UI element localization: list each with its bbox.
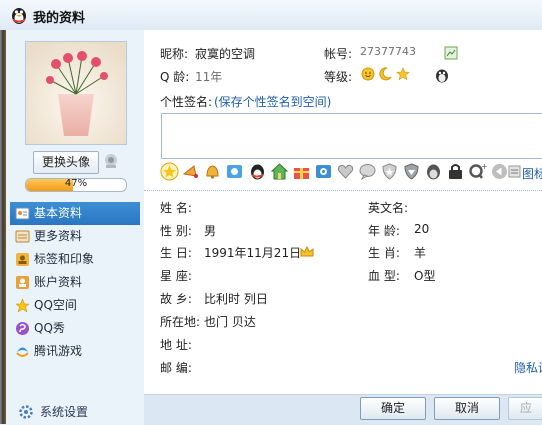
sidebar-item-basic-info[interactable]: 基本资料: [10, 202, 140, 225]
sidebar-item-label: 更多资料: [34, 229, 83, 243]
location-value: 也门 贝达: [204, 315, 256, 329]
zodiac-label: 生 肖:: [368, 246, 400, 260]
section-divider: [144, 190, 542, 191]
account-icon: [16, 276, 29, 289]
svg-text:+: +: [481, 162, 487, 171]
heart-icon[interactable]: [336, 162, 355, 181]
profile-completion-text: 47%: [64, 178, 88, 189]
sidebar-item-more-info[interactable]: 更多资料: [10, 225, 140, 248]
birthday-crown-icon[interactable]: [300, 245, 314, 258]
constellation-label: 星 座:: [160, 269, 192, 283]
sidebar-nav: 基本资料 更多资料 标签和印象 账户资料 QQ空间 QQ秀 腾讯游戏: [10, 202, 140, 363]
sidebar-item-label: 腾讯游戏: [34, 344, 83, 358]
gift-icon[interactable]: [292, 162, 311, 181]
address-label: 地 址:: [160, 338, 192, 352]
id-card-icon: [15, 207, 30, 220]
vip-penguin-icon[interactable]: [434, 67, 450, 83]
sidebar-item-label: 标签和印象: [34, 252, 95, 266]
avatar[interactable]: [25, 41, 127, 145]
qzone-star-icon[interactable]: [160, 162, 179, 181]
profile-completion-bar: 47%: [25, 178, 127, 192]
dialog-button-bar: 确定 取消 应: [144, 394, 542, 425]
zodiac-value: 羊: [414, 246, 427, 260]
level-star-icon[interactable]: [396, 67, 410, 81]
sidebar-item-label: 账户资料: [34, 275, 83, 289]
cancel-button[interactable]: 取消: [434, 397, 500, 420]
signature-input[interactable]: [161, 113, 542, 159]
name-label: 姓 名:: [160, 201, 192, 215]
change-avatar-button[interactable]: 更换头像: [33, 151, 99, 174]
privacy-settings-link[interactable]: 隐私设: [514, 359, 542, 376]
gender-label: 性 别:: [160, 224, 192, 238]
qage-label: Q 龄:: [160, 70, 190, 84]
sidebar: 更换头像 47% 基本资料 更多资料 标签和印象 账户资料 QQ空间 QQ秀 腾…: [6, 30, 144, 424]
bell-icon[interactable]: [203, 162, 222, 181]
shield-icon[interactable]: [380, 162, 399, 181]
penguin-icon[interactable]: [248, 162, 267, 181]
photo-icon[interactable]: [225, 162, 244, 181]
level-label: 等级:: [324, 70, 353, 84]
qq-penguin-icon: [12, 8, 26, 24]
sidebar-item-qzone[interactable]: QQ空间: [10, 294, 140, 317]
qplus-icon[interactable]: +: [468, 162, 487, 181]
gender-value: 男: [204, 224, 217, 238]
apply-button[interactable]: 应: [508, 397, 542, 420]
gear-icon: [19, 405, 33, 419]
gray-penguin-icon[interactable]: [424, 162, 443, 181]
signature-label: 个性签名:: [160, 95, 213, 109]
postcode-label: 邮 编:: [160, 361, 192, 375]
qzone-icon: [15, 298, 30, 313]
badge-icon[interactable]: [402, 162, 421, 181]
home-icon[interactable]: [270, 162, 289, 181]
lock-icon[interactable]: [446, 162, 465, 181]
camera-icon[interactable]: [102, 152, 120, 170]
window-title: 我的资料: [33, 11, 86, 26]
level-sun-icon[interactable]: [361, 67, 375, 81]
sidebar-item-label: QQ秀: [34, 321, 65, 335]
english-name-label: 英文名:: [368, 201, 409, 215]
tag-icon: [16, 253, 29, 266]
birthday-label: 生 日:: [160, 246, 192, 260]
more-info-icon: [15, 230, 30, 243]
profile-panel: 昵称: 寂寞的空调 帐号: 27377743 Q 龄: 11年 等级: 个性签名…: [144, 30, 542, 394]
save-signature-link[interactable]: (保存个性签名到空间): [214, 93, 331, 110]
horn-icon[interactable]: [181, 162, 200, 181]
sidebar-item-qqshow[interactable]: QQ秀: [10, 317, 140, 340]
account-value: 27377743: [360, 45, 416, 58]
sidebar-item-tags[interactable]: 标签和印象: [10, 248, 140, 271]
graffiti-link[interactable]: 图标: [522, 165, 542, 182]
sidebar-item-label: 基本资料: [34, 206, 83, 220]
title-bar: 我的资料: [0, 0, 542, 30]
sidebar-item-label: QQ空间: [34, 298, 77, 312]
age-value: 20: [414, 222, 430, 236]
hometown-label: 故 乡:: [160, 292, 192, 306]
blood-type-label: 血 型:: [368, 269, 400, 283]
qqshow-icon: [16, 322, 29, 335]
sidebar-item-games[interactable]: 腾讯游戏: [10, 340, 140, 363]
hometown-value: 比利时 列日: [204, 292, 268, 306]
nickname-value[interactable]: 寂寞的空调: [195, 45, 255, 62]
ok-button[interactable]: 确定: [360, 397, 426, 420]
avatar-image: [26, 42, 126, 144]
account-label: 帐号:: [324, 47, 353, 61]
system-settings-link[interactable]: 系统设置: [18, 402, 88, 422]
system-settings-label: 系统设置: [40, 405, 89, 419]
qage-value: 11年: [195, 70, 223, 84]
camera-feed-icon[interactable]: [314, 162, 333, 181]
birthday-value: 1991年11月21日: [204, 246, 302, 260]
sidebar-item-account[interactable]: 账户资料: [10, 271, 140, 294]
age-label: 年 龄:: [368, 224, 400, 238]
level-moon-icon[interactable]: [378, 67, 392, 81]
blood-type-value: O型: [414, 269, 436, 283]
nickname-label: 昵称:: [160, 47, 189, 61]
chat-bubble-icon[interactable]: [358, 162, 377, 181]
qrcode-icon[interactable]: [444, 46, 458, 60]
location-label: 所在地:: [160, 315, 201, 329]
games-icon: [16, 347, 29, 357]
